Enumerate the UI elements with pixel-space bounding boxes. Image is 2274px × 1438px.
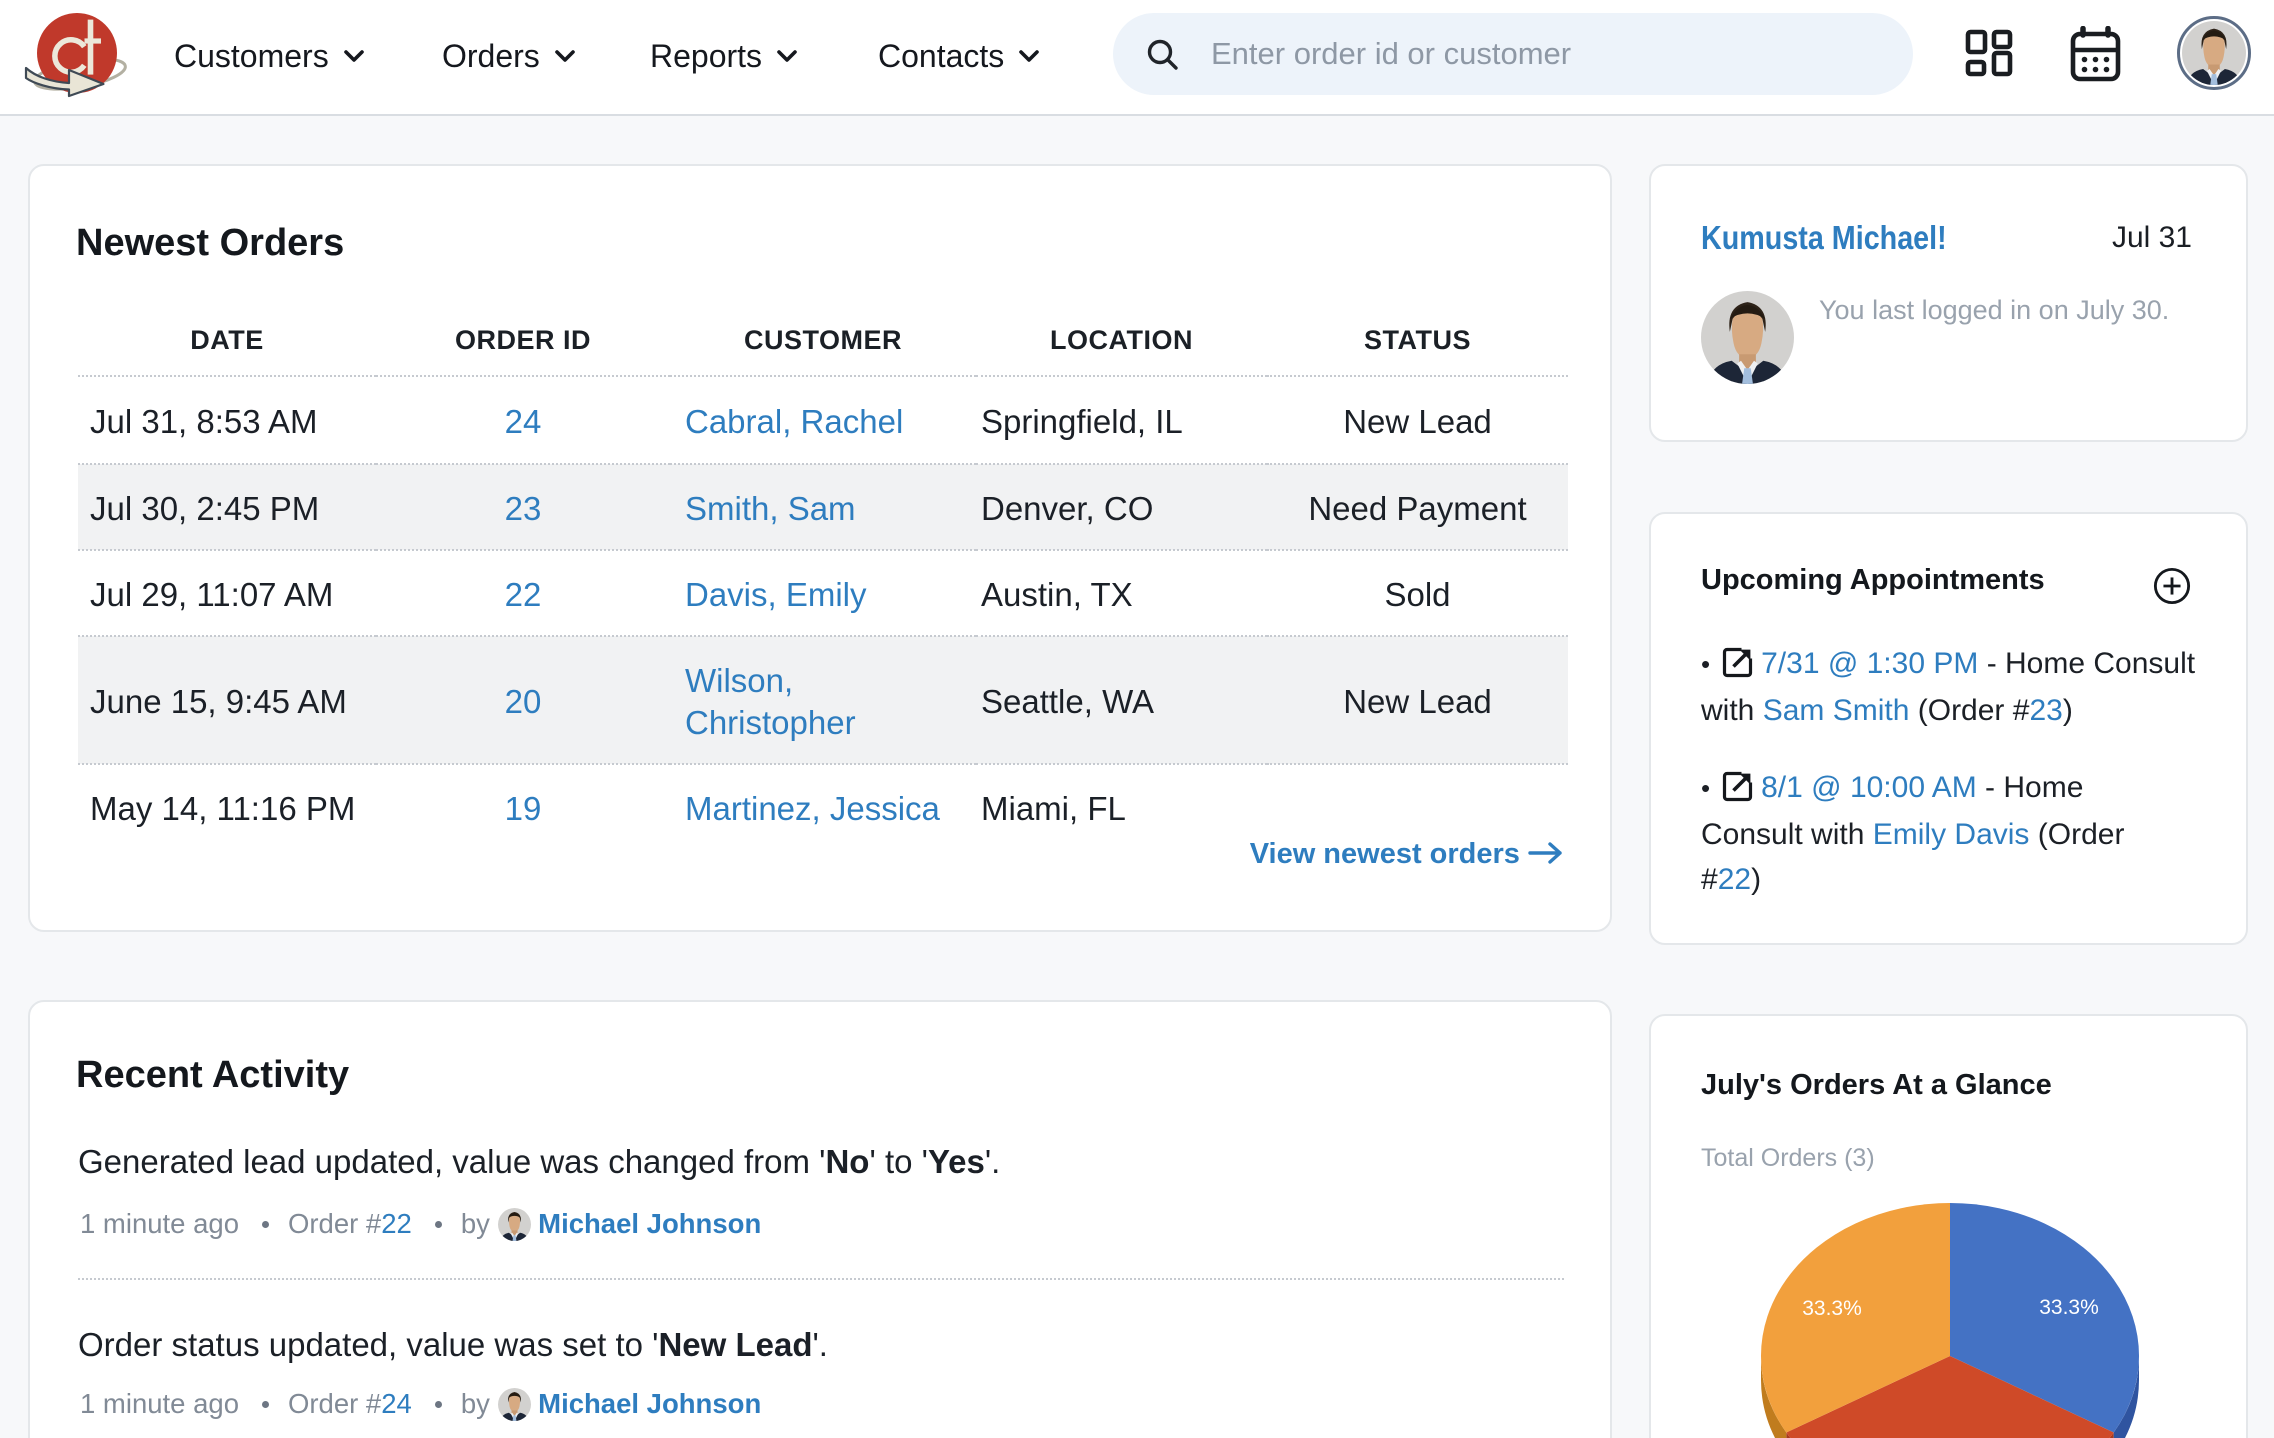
svg-text:33.3%: 33.3%	[2039, 1296, 2099, 1319]
svg-text:33.3%: 33.3%	[1802, 1297, 1862, 1320]
